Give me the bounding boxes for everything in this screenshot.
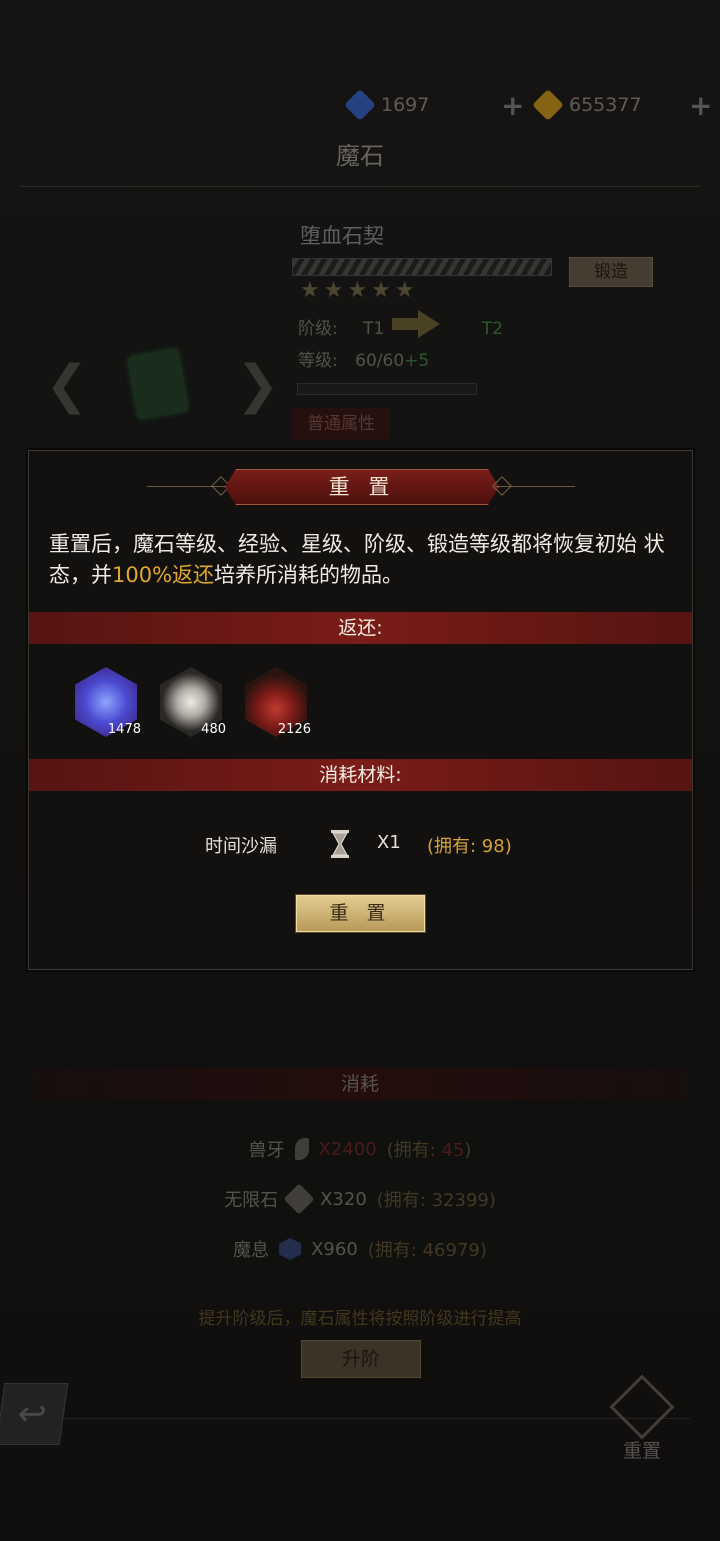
material-name: 时间沙漏 [205,836,277,857]
reset-dialog: 重 置 重置后，魔石等级、经验、星级、阶级、锻造等级都将恢复初始 状态，并100… [28,450,693,970]
reward-item[interactable]: 480 [160,667,226,737]
reward-count: 2126 [277,722,311,737]
reward-count: 1478 [107,722,141,737]
material-row: 时间沙漏 X1 (拥有: 98) [29,827,692,863]
materials-header: 消耗材料: [29,759,692,791]
desc-highlight: 100%返还 [112,563,215,587]
title-ornament [495,486,575,487]
desc-text: 培养所消耗的物品。 [214,563,404,587]
dialog-description: 重置后，魔石等级、经验、星级、阶级、锻造等级都将恢复初始 状态，并100%返还培… [49,529,679,591]
reward-item[interactable]: 1478 [75,667,141,737]
dialog-title-bar: 重 置 [29,466,692,506]
dialog-title: 重 置 [225,469,499,505]
material-owned: (拥有: 98) [427,836,512,857]
reward-item[interactable]: 2126 [245,667,311,737]
material-qty: X1 [377,832,401,853]
reward-count: 480 [201,722,226,737]
hourglass-icon [331,830,349,858]
confirm-reset-button[interactable]: 重 置 [296,895,425,932]
return-header: 返还: [29,612,692,644]
